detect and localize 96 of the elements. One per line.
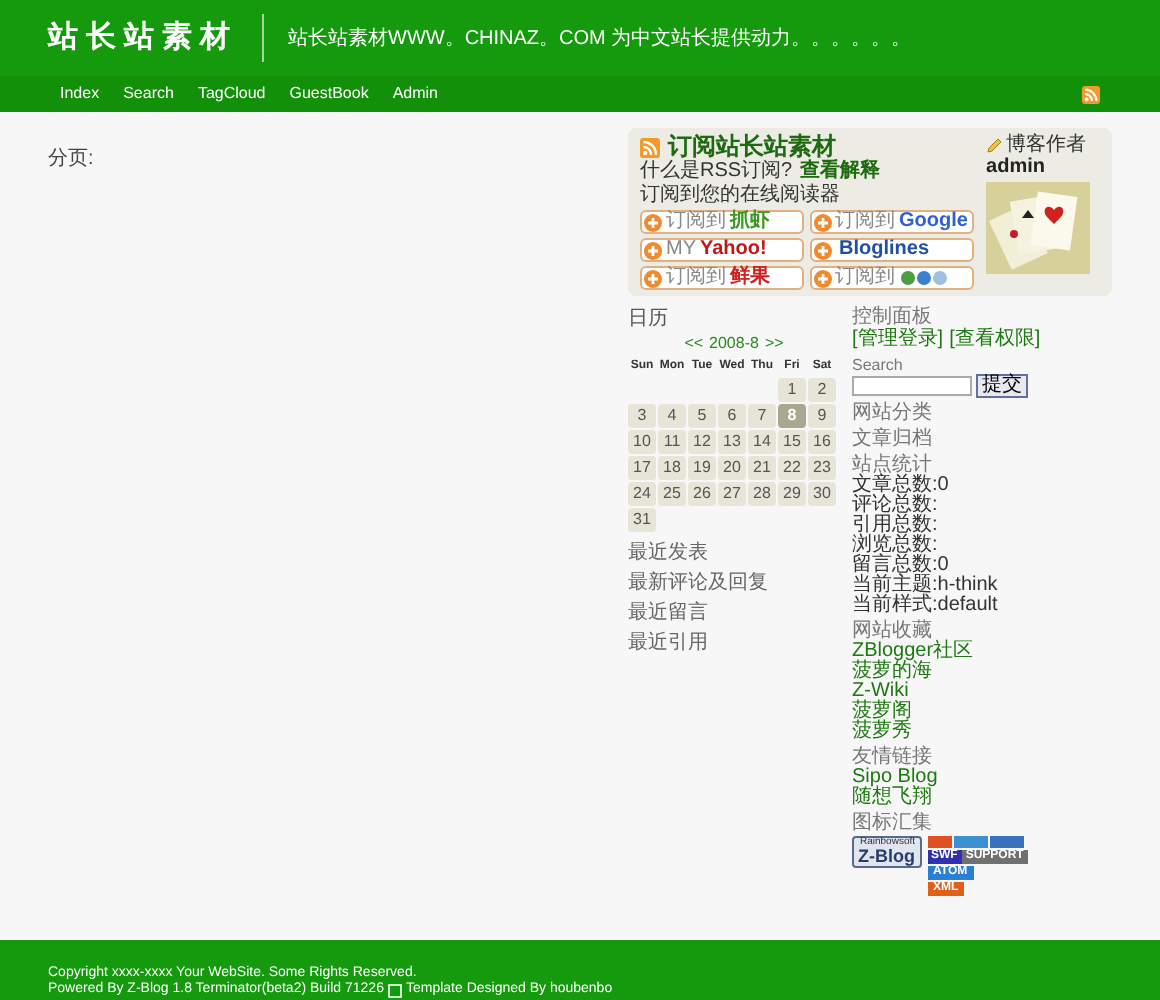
sidebar-link[interactable]: 菠萝阁 [852,702,912,722]
section-heading: 最新评论及回复 [628,574,770,594]
calendar-day[interactable]: 28 [748,482,776,506]
calendar-day[interactable]: 30 [808,482,836,506]
calendar-day[interactable]: 29 [778,482,806,506]
calendar-month: 2008-8 [709,332,759,356]
rss-question: 什么是RSS订阅? [640,162,793,182]
calendar-heading: 日历 [628,308,670,330]
section-heading: 网站分类 [852,404,934,424]
subscribe-button[interactable]: MY Yahoo! [640,238,804,262]
section-heading: 友情链接 [852,748,932,768]
plus-icon [813,269,832,287]
calendar-day[interactable]: 12 [688,430,716,454]
subscribe-button[interactable]: 订阅到 Google [809,210,974,234]
sidebar-link[interactable]: 菠萝的海 [852,662,932,682]
stat-line: 评论总数: [852,496,940,516]
search-label: Search [852,356,905,374]
subscribe-button[interactable]: 订阅到 抓虾 [640,210,804,234]
stat-line: 文章总数:0 [852,476,951,496]
subscribe-note: 订阅到您的在线阅读器 [640,184,842,206]
subscribe-strip-icon[interactable] [927,836,1023,848]
plus-icon [644,213,662,231]
nav-link[interactable]: GuestBook [289,82,369,106]
rss-icon [640,137,660,157]
calendar-day[interactable]: 11 [658,430,686,454]
stat-line: 留言总数:0 [852,556,949,576]
calendar-day[interactable]: 10 [628,430,656,454]
section-heading: 网站收藏 [852,622,932,642]
calendar-day[interactable]: 2 [808,378,836,402]
calendar-day[interactable]: 19 [688,456,716,480]
calendar-day[interactable]: 24 [628,482,656,506]
section-heading: 最近引用 [628,634,710,654]
section-heading: 最近发表 [628,544,710,564]
nav-link[interactable]: TagCloud [197,82,266,106]
calendar-day[interactable]: 4 [658,404,686,428]
admin-link[interactable]: [查看权限] [949,330,1041,350]
calendar-day[interactable]: 21 [748,456,776,480]
image-placeholder-icon [387,983,402,997]
calendar-day[interactable]: 27 [718,482,746,506]
subscribe-button[interactable]: 订阅到 鲜果 [640,266,804,290]
calendar-day[interactable]: 31 [628,508,656,532]
section-heading: 文章归档 [852,430,934,450]
search-field[interactable] [852,376,972,396]
dots-icon [899,270,948,286]
nav-link[interactable]: Admin [392,82,439,106]
pencil-icon [986,137,1003,153]
admin-link[interactable]: [管理登录] [852,330,944,350]
section-heading: 控制面板 [852,308,934,328]
nav-link[interactable]: Search [123,82,174,106]
sidebar-link[interactable]: Z-Wiki [852,682,909,702]
calendar-day[interactable]: 22 [778,456,806,480]
calendar-day[interactable]: 14 [748,430,776,454]
calendar-day[interactable]: 3 [628,404,656,428]
stat-line: 当前样式:default [852,596,1000,616]
rss-icon[interactable] [1082,85,1100,103]
plus-icon [813,213,832,231]
pagination-label: 分页: [48,148,94,170]
plus-icon [644,241,662,259]
submit-button[interactable]: 提交 [976,374,1028,398]
calendar-day[interactable]: 9 [808,404,836,428]
stat-line: 浏览总数: [852,536,940,556]
stat-line: 引用总数: [852,516,940,536]
calendar-day[interactable]: 26 [688,482,716,506]
plus-icon [644,269,662,287]
sidebar-link[interactable]: 随想飞翔 [852,788,932,808]
subscribe-button[interactable]: 订阅到 [809,266,974,290]
section-heading: 图标汇集 [852,814,934,834]
calendar-day[interactable]: 5 [688,404,716,428]
subscribe-title: 订阅站长站素材 [668,134,836,160]
calendar-day[interactable]: 25 [658,482,686,506]
author-name: admin [986,156,1047,180]
subscribe-button[interactable]: Bloglines [809,238,974,262]
sidebar-link[interactable]: Sipo Blog [852,768,938,788]
nav-link[interactable]: Index [60,82,100,106]
calendar-day[interactable]: 7 [748,404,776,428]
calendar-day[interactable]: 6 [718,404,746,428]
plus-icon [813,241,832,259]
calendar-day[interactable]: 23 [808,456,836,480]
section-heading: 最近留言 [628,604,710,624]
stat-line: 当前主题:h-think [852,576,1000,596]
calendar-day[interactable]: 16 [808,430,836,454]
calendar-day[interactable]: 1 [778,378,806,402]
previous-month-link[interactable]: << [684,332,704,356]
calendar-day[interactable]: 20 [718,456,746,480]
calendar-day[interactable]: 13 [718,430,746,454]
help-link[interactable]: 查看解释 [800,162,881,182]
sidebar-link[interactable]: 菠萝秀 [852,722,912,742]
calendar-day[interactable]: 18 [658,456,686,480]
site-title: 站长站素材 [48,17,238,58]
next-month-link[interactable]: >> [764,332,784,356]
author-label: 博客作者 [1006,134,1087,156]
calendar-day[interactable]: 17 [628,456,656,480]
section-heading: 站点统计 [852,456,934,476]
calendar-day[interactable]: 15 [778,430,806,454]
site-tagline: 站长站素材WWW。CHINAZ。COM 为中文站长提供动力。。。。。。 [288,25,912,53]
sidebar-link[interactable]: ZBlogger社区 [852,642,974,662]
